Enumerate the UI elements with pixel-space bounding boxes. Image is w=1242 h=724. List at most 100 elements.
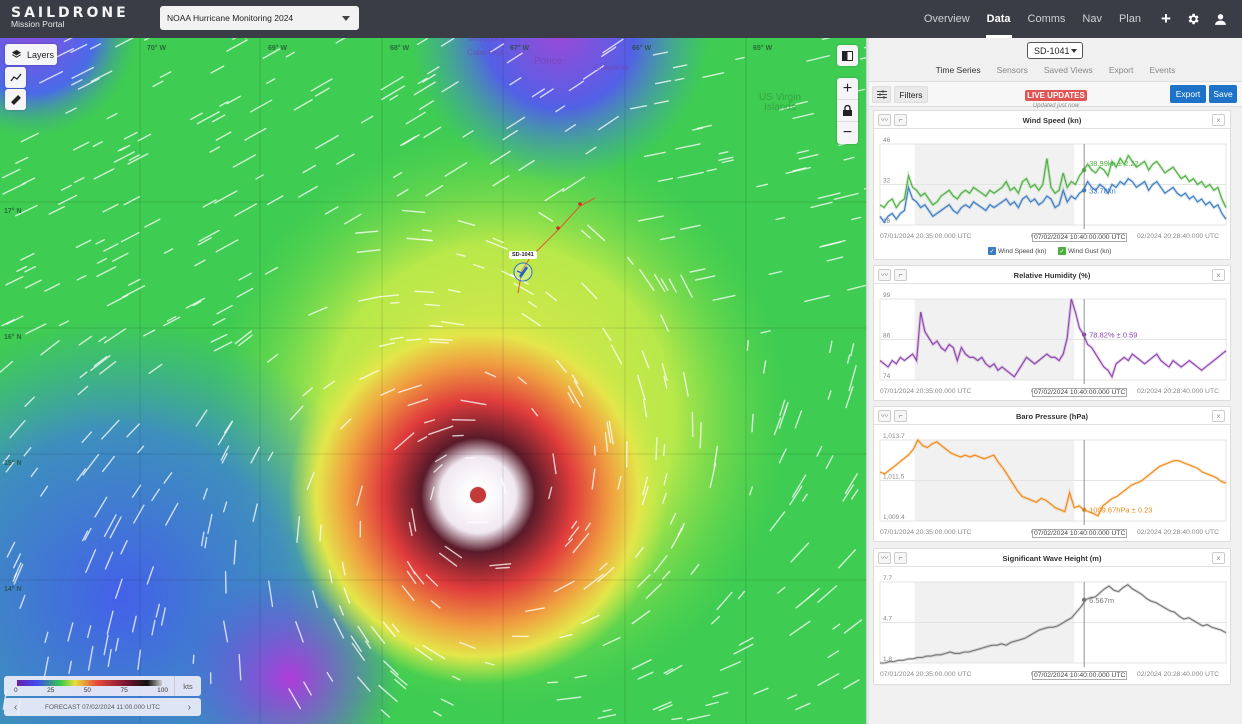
legend-unit[interactable]: kts — [174, 676, 201, 696]
close-icon: × — [1216, 270, 1221, 280]
chevron-right-icon[interactable]: › — [188, 702, 191, 713]
place-label: Ponce — [534, 56, 563, 67]
vessel-label[interactable]: SD-1041 — [509, 251, 537, 259]
close-chart-button[interactable]: × — [1212, 269, 1225, 281]
tab-sensors[interactable]: Sensors — [995, 62, 1030, 81]
ruler-icon — [10, 94, 21, 105]
close-chart-button[interactable]: × — [1212, 410, 1225, 422]
wind-streak — [414, 290, 435, 294]
layers-button[interactable]: Layers — [5, 44, 57, 65]
lon-label: 67° W — [510, 45, 530, 52]
asset-select-value: SD-1041 — [1034, 46, 1070, 56]
asset-select[interactable]: SD-1041 — [1027, 42, 1083, 59]
user-icon[interactable] — [1212, 11, 1228, 27]
wind-streak — [746, 339, 749, 351]
live-badge[interactable]: LIVE UPDATES — [1025, 90, 1087, 101]
settings-sliders-button[interactable] — [872, 86, 891, 103]
tab-saved-views[interactable]: Saved Views — [1042, 62, 1095, 81]
nav-nav[interactable]: Nav — [1082, 0, 1102, 38]
tab-export[interactable]: Export — [1107, 62, 1136, 81]
brand-name: SAILDRONE — [11, 5, 129, 21]
lock-icon — [843, 105, 852, 116]
legend-item[interactable]: ✓ Wind Speed (kn) — [988, 247, 1046, 255]
wind-streak — [495, 566, 510, 569]
legend-item[interactable]: ✓ Wind Gust (kn) — [1058, 247, 1111, 255]
lon-label: 66° W — [632, 45, 652, 52]
y-tick-label: 1,013.7 — [883, 433, 905, 440]
x-end-label: 02/2024 20:28:40.000 UTC — [1137, 388, 1220, 395]
legend-tick: 100 — [157, 687, 168, 694]
nav-data[interactable]: Data — [985, 0, 1012, 38]
x-start-label: 07/01/2024 20:35:00.000 UTC — [880, 529, 972, 536]
storm-eye — [470, 487, 486, 503]
lon-label: 68° W — [390, 45, 410, 52]
y-tick-label: 1,009.4 — [883, 514, 905, 521]
zoom-out-button[interactable]: − — [837, 122, 858, 144]
lat-label: 17° N — [4, 208, 22, 215]
split-view-icon — [842, 50, 853, 61]
place-label: Mayagüez — [468, 38, 505, 43]
live-updates-indicator: LIVE UPDATES Updated just now — [1024, 85, 1088, 109]
checkbox-icon[interactable]: ✓ — [1058, 247, 1066, 255]
close-chart-button[interactable]: × — [1212, 552, 1225, 564]
line-chart-icon — [9, 73, 22, 81]
checkbox-icon[interactable]: ✓ — [988, 247, 996, 255]
wind-speed-card: 〰 ⌐ Wind Speed (kn) × 46 32 18 33.78kn 38.99kn ±… — [873, 110, 1231, 260]
x-cursor-label[interactable]: 07/02/2024 10:40:00.000 UTC — [1032, 529, 1128, 538]
legend-tick: 25 — [47, 687, 55, 694]
lock-button[interactable] — [837, 100, 858, 122]
y-tick-label: 74 — [883, 373, 891, 380]
wind-streak — [192, 654, 195, 665]
chevron-left-icon[interactable]: ‹ — [14, 702, 17, 713]
plus-icon[interactable]: + — [1158, 9, 1174, 28]
nav-plan[interactable]: Plan — [1119, 0, 1141, 38]
lat-label: 15° N — [4, 460, 22, 467]
x-start-label: 07/01/2024 20:35:00.000 UTC — [880, 233, 972, 240]
close-icon: × — [1216, 411, 1221, 421]
wind-streak — [429, 325, 443, 328]
mission-select[interactable]: NOAA Hurricane Monitoring 2024 — [160, 6, 359, 30]
gear-icon[interactable] — [1185, 11, 1201, 27]
filters-button[interactable]: Filters — [894, 86, 928, 103]
x-cursor-label[interactable]: 07/02/2024 10:40:00.000 UTC — [1032, 233, 1128, 242]
close-chart-button[interactable]: × — [1212, 114, 1225, 126]
chart-plot[interactable]: 1,013.71,011.51,009.41009.67hPa ± 0.23 — [874, 425, 1232, 530]
zoom-in-button[interactable]: + — [837, 78, 858, 100]
tab-events[interactable]: Events — [1147, 62, 1177, 81]
chart-header: 〰 ⌐ Baro Pressure (hPa) × — [874, 407, 1230, 425]
nav-comms[interactable]: Comms — [1028, 0, 1066, 38]
measure-tool-button[interactable] — [5, 89, 26, 110]
chart-plot[interactable]: 99 86 74 78.82% ± 0.59 — [874, 284, 1232, 389]
humidity-card: 〰 ⌐ Relative Humidity (%) × 99 86 74 78.82% ± 0… — [873, 265, 1231, 401]
place-label: Cabo Rojo — [467, 48, 505, 57]
x-cursor-label[interactable]: 07/02/2024 10:40:00.000 UTC — [1032, 671, 1128, 680]
save-button[interactable]: Save — [1209, 85, 1237, 103]
chart-plot[interactable]: 46321833.78kn38.99kn ± 2.22 — [874, 129, 1232, 234]
lon-label: 70° W — [147, 45, 167, 52]
chart-plot[interactable]: 7.74.71.86.567m — [874, 567, 1232, 672]
saildrone-logo[interactable]: SAILDRONE Mission Portal — [11, 5, 129, 29]
y-tick-label: 46 — [883, 137, 891, 144]
vessel-icon[interactable] — [513, 262, 533, 282]
legend-label: Wind Gust (kn) — [1068, 247, 1112, 255]
weather-map[interactable]: 70° W 69° W 68° W 67° W 66° W 65° W 17° … — [0, 38, 866, 724]
panel-toggle-button[interactable] — [837, 45, 858, 66]
chart-tool-button[interactable] — [5, 67, 26, 88]
pressure-card: 〰 ⌐ Baro Pressure (hPa) × 1,013.7 1,011.5 1,00… — [873, 406, 1231, 542]
forecast-time-control: ‹ FORECAST 07/02/2024 11:00.000 UTC › — [4, 698, 201, 716]
tab-time-series[interactable]: Time Series — [931, 62, 985, 84]
top-bar: SAILDRONE Mission Portal NOAA Hurricane … — [0, 0, 1242, 38]
lat-label: 14° N — [4, 586, 22, 593]
wind-speed-layer — [0, 38, 866, 724]
legend-label: Wind Speed (kn) — [998, 247, 1047, 255]
cursor-value-label: 1009.67hPa ± 0.23 — [1089, 506, 1152, 515]
nav-overview[interactable]: Overview — [924, 0, 970, 38]
chevron-down-icon — [342, 16, 350, 21]
export-button[interactable]: Export — [1170, 85, 1206, 103]
wind-streak — [452, 434, 464, 437]
chart-title: Relative Humidity (%) — [1013, 271, 1091, 280]
chart-title: Significant Wave Height (m) — [1002, 554, 1102, 563]
chart-title: Baro Pressure (hPa) — [1015, 412, 1089, 421]
panel-tabs: Time Series Sensors Saved Views Export E… — [869, 62, 1242, 84]
x-cursor-label[interactable]: 07/02/2024 10:40:00.000 UTC — [1032, 388, 1128, 397]
